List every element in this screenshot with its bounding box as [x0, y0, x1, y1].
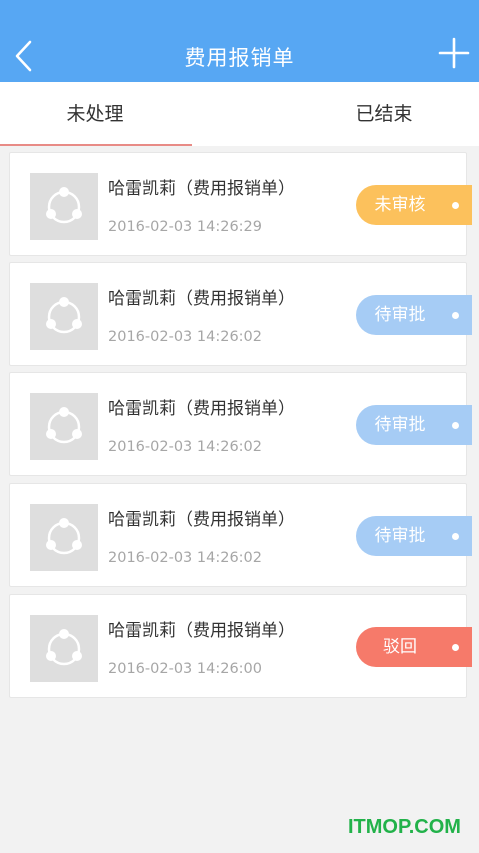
item-title: 哈雷凯莉（费用报销单） — [108, 510, 295, 530]
page-title: 费用报销单 — [184, 46, 295, 70]
list-item[interactable]: 哈雷凯莉（费用报销单） 2016-02-03 14:26:00 驳回 — [9, 594, 472, 698]
tab-bar: 未处理 已结束 — [0, 82, 479, 146]
item-thumbnail — [30, 504, 98, 571]
status-label: 待审批 — [374, 305, 426, 325]
status-dot — [452, 422, 459, 429]
item-timestamp: 2016-02-03 14:26:02 — [108, 550, 262, 566]
status-label: 未审核 — [374, 195, 426, 215]
item-timestamp: 2016-02-03 14:26:02 — [108, 439, 262, 455]
status-badge: 待审批 — [356, 405, 472, 445]
status-label: 待审批 — [374, 526, 426, 546]
status-badge: 未审核 — [356, 185, 472, 225]
active-tab-indicator — [0, 144, 192, 146]
item-title: 哈雷凯莉（费用报销单） — [108, 179, 295, 199]
tab-pending[interactable]: 未处理 — [0, 82, 190, 146]
item-thumbnail — [30, 615, 98, 682]
list-item[interactable]: 哈雷凯莉（费用报销单） 2016-02-03 14:26:29 未审核 — [9, 152, 472, 256]
status-dot — [452, 202, 459, 209]
share-placeholder-icon — [46, 407, 82, 444]
list-item[interactable]: 哈雷凯莉（费用报销单） 2016-02-03 14:26:02 待审批 — [9, 262, 472, 366]
item-timestamp: 2016-02-03 14:26:02 — [108, 329, 262, 345]
status-label: 待审批 — [374, 415, 426, 435]
item-timestamp: 2016-02-03 14:26:00 — [108, 661, 262, 677]
list-item[interactable]: 哈雷凯莉（费用报销单） 2016-02-03 14:26:02 待审批 — [9, 483, 472, 587]
add-plus-icon[interactable] — [437, 36, 471, 70]
site-watermark: ITMOP.COM — [348, 816, 461, 838]
status-badge: 待审批 — [356, 516, 472, 556]
item-timestamp: 2016-02-03 14:26:29 — [108, 219, 262, 235]
tab-finished[interactable]: 已结束 — [289, 82, 479, 146]
item-thumbnail — [30, 173, 98, 240]
share-placeholder-icon — [46, 629, 82, 666]
list-item[interactable]: 哈雷凯莉（费用报销单） 2016-02-03 14:26:02 待审批 — [9, 372, 472, 476]
item-title: 哈雷凯莉（费用报销单） — [108, 621, 295, 641]
item-thumbnail — [30, 283, 98, 350]
item-thumbnail — [30, 393, 98, 460]
status-dot — [452, 312, 459, 319]
status-dot — [452, 533, 459, 540]
item-title: 哈雷凯莉（费用报销单） — [108, 289, 295, 309]
share-placeholder-icon — [46, 187, 82, 224]
status-label: 驳回 — [383, 637, 417, 657]
share-placeholder-icon — [46, 297, 82, 334]
status-badge: 待审批 — [356, 295, 472, 335]
app-header: 费用报销单 — [0, 0, 479, 82]
share-placeholder-icon — [46, 518, 82, 555]
item-title: 哈雷凯莉（费用报销单） — [108, 399, 295, 419]
status-badge: 驳回 — [356, 627, 472, 667]
status-dot — [452, 644, 459, 651]
